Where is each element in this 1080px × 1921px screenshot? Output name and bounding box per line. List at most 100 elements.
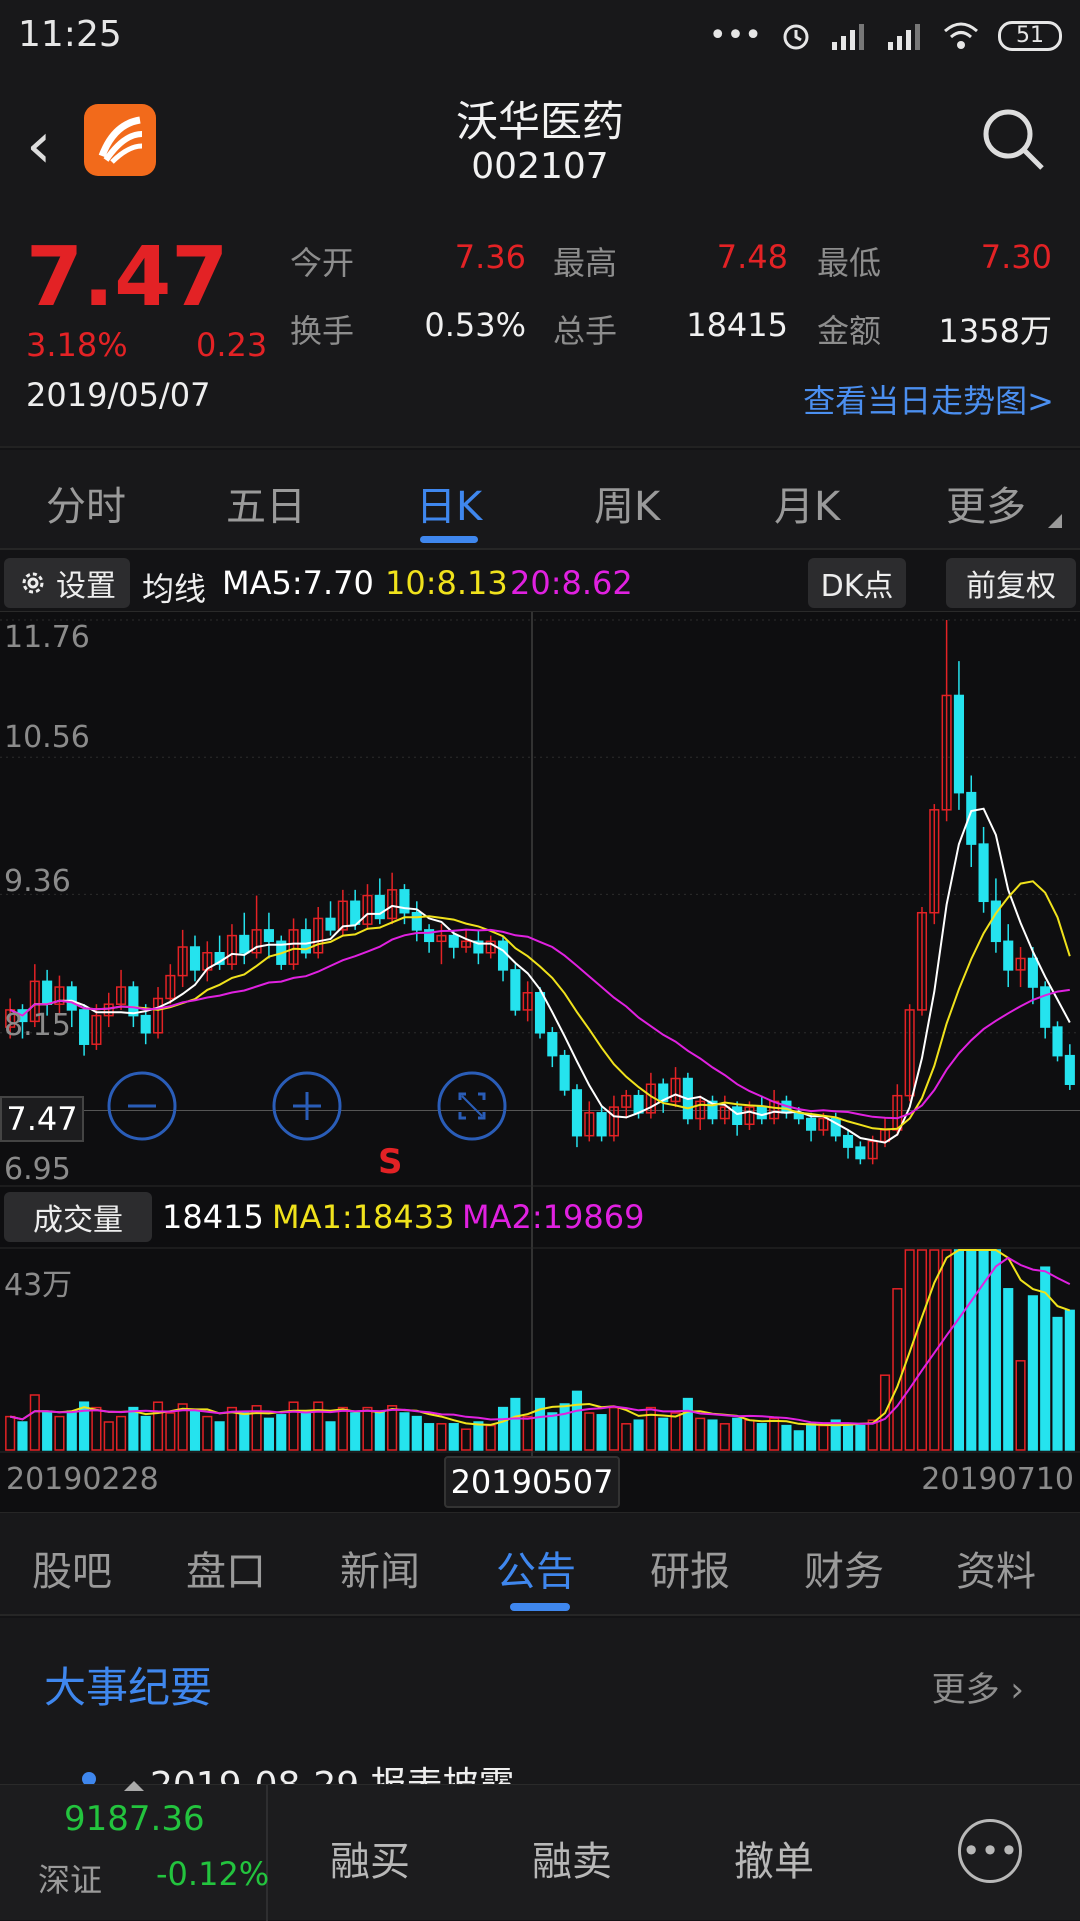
high-value: 7.48	[716, 238, 788, 276]
volume-bar	[29, 1394, 40, 1451]
volume-bar	[966, 1249, 977, 1451]
dk-point-button[interactable]: DK点	[808, 558, 906, 608]
volume-bar	[1027, 1295, 1038, 1451]
volume-bar	[54, 1415, 65, 1451]
volume-bar	[5, 1415, 16, 1451]
volume-bar	[337, 1406, 348, 1451]
ma20-value: 20:8.62	[510, 564, 633, 602]
volume-bar	[461, 1428, 472, 1451]
volume-bar	[547, 1412, 558, 1451]
events-title: 大事纪要	[44, 1663, 213, 1712]
intraday-trend-link[interactable]: 查看当日走势图>	[803, 376, 1054, 422]
zoom-in-button[interactable]	[271, 1070, 343, 1142]
volume-bar	[1003, 1288, 1014, 1451]
volume-bar	[916, 1249, 928, 1451]
volume-bar	[1052, 1316, 1063, 1451]
ma10-value: 10:8.13	[385, 564, 508, 602]
tab-weekly-k[interactable]: 周K	[594, 474, 660, 532]
price-axis-tick: 8.15	[4, 1008, 71, 1043]
volume-bar	[818, 1424, 829, 1451]
tab-daily-k[interactable]: 日K	[416, 474, 482, 532]
bottom-bar: 9187.36 深证 -0.12% 融买 融卖 撤单 •••	[0, 1781, 1080, 1921]
status-bar: 11:25 ••• 51	[0, 0, 1080, 76]
volume-bar	[522, 1415, 533, 1451]
volume-bar	[497, 1406, 509, 1451]
index-name: 深证	[38, 1861, 103, 1899]
volume-bar	[941, 1249, 952, 1451]
status-time: 11:25	[18, 14, 122, 55]
candle-body	[189, 946, 201, 971]
margin-sell-button[interactable]: 融卖	[532, 1829, 612, 1887]
volume-bar	[276, 1414, 287, 1451]
volume-bar	[1015, 1360, 1026, 1451]
price-axis-tick: 11.76	[4, 620, 90, 655]
kline-chart[interactable]: 11.76 10.56 9.36 8.15 6.95 7.47 S 成交量 18…	[0, 612, 1080, 1592]
volume-bar	[855, 1424, 866, 1451]
index-ticker[interactable]: 9187.36 深证 -0.12%	[0, 1781, 270, 1921]
tab-orderbook[interactable]: 盘口	[186, 1539, 266, 1597]
volume-bar	[990, 1249, 1001, 1451]
candle-body	[128, 986, 139, 1017]
more-options-icon[interactable]: •••	[958, 1819, 1022, 1883]
tab-profile[interactable]: 资料	[956, 1539, 1036, 1597]
index-change: -0.12%	[156, 1855, 270, 1893]
candle-body	[732, 1106, 743, 1126]
volume-bar	[695, 1417, 706, 1451]
tab-monthly-k[interactable]: 月K	[774, 474, 840, 532]
candle-body	[411, 911, 422, 931]
volume-value: 18415	[686, 306, 788, 344]
margin-buy-button[interactable]: 融买	[330, 1829, 410, 1887]
volume-bar	[473, 1421, 484, 1451]
cancel-order-button[interactable]: 撤单	[734, 1829, 814, 1887]
candle-body	[534, 992, 546, 1034]
zoom-out-button[interactable]	[106, 1070, 178, 1142]
low-label: 最低	[817, 244, 882, 282]
events-more-link[interactable]: 更多 ›	[932, 1662, 1024, 1711]
tab-news[interactable]: 新闻	[340, 1539, 420, 1597]
volume-bar	[485, 1424, 496, 1451]
volume-bar	[202, 1415, 213, 1451]
date-axis-end: 20190710	[921, 1462, 1074, 1497]
volume-bar	[559, 1403, 570, 1451]
candle-body	[1040, 986, 1051, 1028]
sell-signal-mark: S	[378, 1142, 403, 1182]
volume-bar	[115, 1415, 127, 1451]
tab-intraday[interactable]: 分时	[46, 474, 126, 532]
volume-bar	[374, 1410, 385, 1451]
volume-bar	[621, 1423, 632, 1451]
search-icon[interactable]	[980, 106, 1046, 172]
volume-bar	[300, 1412, 311, 1451]
tab-more[interactable]: 更多	[946, 474, 1026, 532]
tab-forum[interactable]: 股吧	[32, 1539, 112, 1597]
volume-bar	[953, 1249, 965, 1451]
adjust-button[interactable]: 前复权	[946, 558, 1076, 608]
candle-body	[978, 843, 989, 903]
volume-bar	[66, 1410, 77, 1451]
alarm-icon	[783, 24, 809, 49]
volume-bar	[189, 1410, 201, 1451]
open-label: 今开	[290, 244, 355, 282]
candle-body	[842, 1134, 854, 1148]
candle-body	[325, 917, 336, 931]
volume-bar	[842, 1423, 854, 1451]
ma5-value: MA5:7.70	[222, 564, 374, 602]
dots-icon: •••	[708, 18, 762, 53]
tab-announcements[interactable]: 公告	[496, 1539, 576, 1597]
settings-button[interactable]: 设置	[4, 558, 130, 608]
tab-research[interactable]: 研报	[650, 1539, 730, 1597]
turnover-value: 0.53%	[424, 306, 526, 344]
change-amount: 0.23	[196, 326, 268, 364]
fullscreen-button[interactable]	[436, 1070, 508, 1142]
volume-axis-max: 43万	[4, 1268, 73, 1303]
signal-icon	[888, 23, 920, 50]
caret-up-icon	[124, 1781, 144, 1791]
volume-bar	[744, 1419, 755, 1451]
volume-bar	[387, 1405, 398, 1451]
tab-five-day[interactable]: 五日	[226, 474, 306, 532]
tab-financials[interactable]: 财务	[804, 1539, 884, 1597]
volume-ma2: MA2:19869	[462, 1198, 645, 1236]
volume-indicator-button[interactable]: 成交量	[4, 1192, 152, 1242]
candle-body	[140, 1014, 151, 1034]
volume-bar	[596, 1414, 607, 1451]
volume-bar	[571, 1390, 583, 1451]
